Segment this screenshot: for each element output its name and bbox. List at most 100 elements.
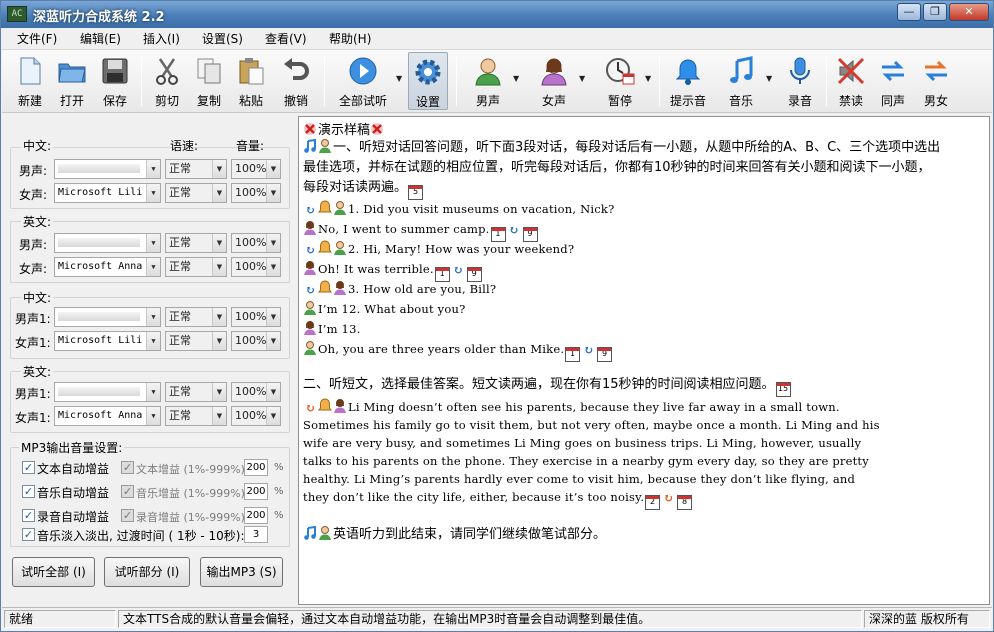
voice-select[interactable]: Microsoft Lili ▼ [54,183,161,203]
menu-settings[interactable]: 设置(S) [202,30,243,47]
toolbar: 新建 打开 保存 剪切 复制 粘贴 撤销 全部试听 ▼ 设置 男声 ▼ 女声 ▼… [2,49,992,113]
voice-row-label: 女声: [19,188,48,202]
script-editor[interactable]: 演示样稿 一、听短对话回答问题，听下面3段对话，每段对话后有一小题，从题中所给的… [298,116,990,605]
record-gain-input[interactable]: 200 [244,507,268,524]
voice-select[interactable]: Microsoft Anna ▼ [54,406,161,426]
same-voice-button[interactable]: 同声 [874,52,912,110]
settings-label: 设置 [415,95,440,109]
paste-button[interactable]: 粘贴 [231,52,271,110]
text-gain-input[interactable]: 200 [244,459,268,476]
voice-select[interactable]: ▼ [54,233,161,253]
prompt-tone-button[interactable]: 提示音 [666,52,710,110]
music-gain-checkbox[interactable]: ✓ [121,485,134,498]
volume-select[interactable]: 100% ▼ [231,382,281,402]
passage-text: Li Ming doesn’t often see his parents, b… [348,400,840,414]
music-dropdown-arrow[interactable]: ▼ [766,74,772,83]
window-title: 深蓝听力合成系统 2.2 [33,10,165,25]
new-button[interactable]: 新建 [10,52,50,110]
copy-button[interactable]: 复制 [189,52,229,110]
fade-time-input[interactable]: 3 [244,526,268,543]
music-gain-input[interactable]: 200 [244,483,268,500]
volume-select[interactable]: 100% ▼ [231,183,281,203]
volume-select[interactable]: 100% ▼ [231,233,281,253]
speed-select[interactable]: 正常 ▼ [165,307,227,327]
voice-select[interactable]: Microsoft Lili ▼ [54,331,161,351]
title-bar[interactable]: AC 深蓝听力合成系统 2.2 — ❐ ✕ [1,1,993,28]
speed-select[interactable]: 正常 ▼ [165,331,227,351]
text-auto-gain-checkbox[interactable]: ✓ [22,461,35,474]
play-part-button[interactable]: 试听部分 (I) [104,557,190,587]
female-voice-marker-icon [303,320,317,335]
male-voice-button[interactable]: 男声 [465,52,511,110]
female-voice-dropdown-arrow[interactable]: ▼ [579,74,585,83]
prompt-tone-label: 提示音 [669,94,706,108]
play-all-dropdown-arrow[interactable]: ▼ [396,74,402,83]
text-gain-checkbox[interactable]: ✓ [121,461,134,474]
menu-edit[interactable]: 编辑(E) [80,30,121,47]
female-voice-label: 女声 [541,94,566,108]
record-gain-checkbox[interactable]: ✓ [121,509,134,522]
chinese-group-2-title: 中文: [21,289,54,306]
passage-line: talks to his parents on the phone. They … [303,451,869,471]
dialogue-line: ↻ 1. Did you visit museums on vacation, N… [303,199,614,220]
settings-button[interactable]: 设置 [408,52,448,110]
volume-select[interactable]: 100% ▼ [231,406,281,426]
volume-select[interactable]: 100% ▼ [231,159,281,179]
no-read-marker-icon [370,122,384,137]
voice-select[interactable]: ▼ [54,382,161,402]
pause-button[interactable]: 暂停 [597,52,643,110]
volume-select[interactable]: 100% ▼ [231,331,281,351]
undo-button[interactable]: 撤销 [275,52,317,110]
female-voice-marker-icon [333,280,347,295]
speed-select[interactable]: 正常 ▼ [165,183,227,203]
minimize-button[interactable]: — [897,3,921,21]
speed-select[interactable]: 正常 ▼ [165,257,227,277]
export-mp3-button[interactable]: 输出MP3 (S) [200,557,283,587]
volume-value: 100% [235,385,267,398]
male-voice-marker-icon [318,138,332,153]
doc-para1-line: 每段对话读两遍。 5 [303,178,424,200]
play-all-button[interactable]: 全部试听 [332,52,394,110]
menu-bar: 文件(F) 编辑(E) 插入(I) 设置(S) 查看(V) 帮助(H) [2,28,992,48]
cut-button[interactable]: 剪切 [147,52,187,110]
menu-insert[interactable]: 插入(I) [143,30,180,47]
voice-select-placeholder [58,312,140,321]
music-auto-gain-checkbox[interactable]: ✓ [22,485,35,498]
menu-view[interactable]: 查看(V) [265,30,307,47]
voice-settings-panel: 中文: 语速: 音量: 男声: ▼ 正常 ▼ 100% ▼ 女声: Microsof… [2,115,294,605]
close-button[interactable]: ✕ [949,3,989,21]
maximize-button[interactable]: ❐ [923,3,947,21]
speed-select[interactable]: 正常 ▼ [165,406,227,426]
male-voice-marker-icon [333,240,347,255]
pause-dropdown-arrow[interactable]: ▼ [645,74,651,83]
open-button[interactable]: 打开 [52,52,92,110]
dialogue-line: I’m 13. [303,319,360,339]
female-voice-button[interactable]: 女声 [531,52,577,110]
music-fade-checkbox[interactable]: ✓ [22,528,35,541]
menu-help[interactable]: 帮助(H) [329,30,371,47]
voice-select[interactable]: Microsoft Anna ▼ [54,257,161,277]
voice-select[interactable]: ▼ [54,307,161,327]
male-voice-dropdown-arrow[interactable]: ▼ [513,74,519,83]
passage-line: healthy. Li Ming’s parents hardly ever c… [303,469,855,489]
no-read-button[interactable]: 禁读 [832,52,870,110]
music-button[interactable]: 音乐 [720,52,762,110]
speed-select[interactable]: 正常 ▼ [165,159,227,179]
passage-text: wife are very busy, and sometimes Li Min… [303,436,862,450]
male-female-button[interactable]: 男女 [916,52,956,110]
pause-seconds-marker: 1 [565,347,581,362]
play-all-bottom-button[interactable]: 试听全部 (I) [12,557,95,587]
record-button[interactable]: 录音 [780,52,820,110]
volume-value: 100% [235,186,267,199]
folder-icon [58,63,86,83]
volume-select[interactable]: 100% ▼ [231,307,281,327]
record-auto-gain-checkbox[interactable]: ✓ [22,509,35,522]
volume-select[interactable]: 100% ▼ [231,257,281,277]
volume-value: 100% [235,162,267,175]
voice-select[interactable]: ▼ [54,159,161,179]
speed-select[interactable]: 正常 ▼ [165,233,227,253]
speed-select[interactable]: 正常 ▼ [165,382,227,402]
save-button[interactable]: 保存 [94,52,136,110]
microphone-icon [790,57,810,84]
menu-file[interactable]: 文件(F) [17,30,57,47]
